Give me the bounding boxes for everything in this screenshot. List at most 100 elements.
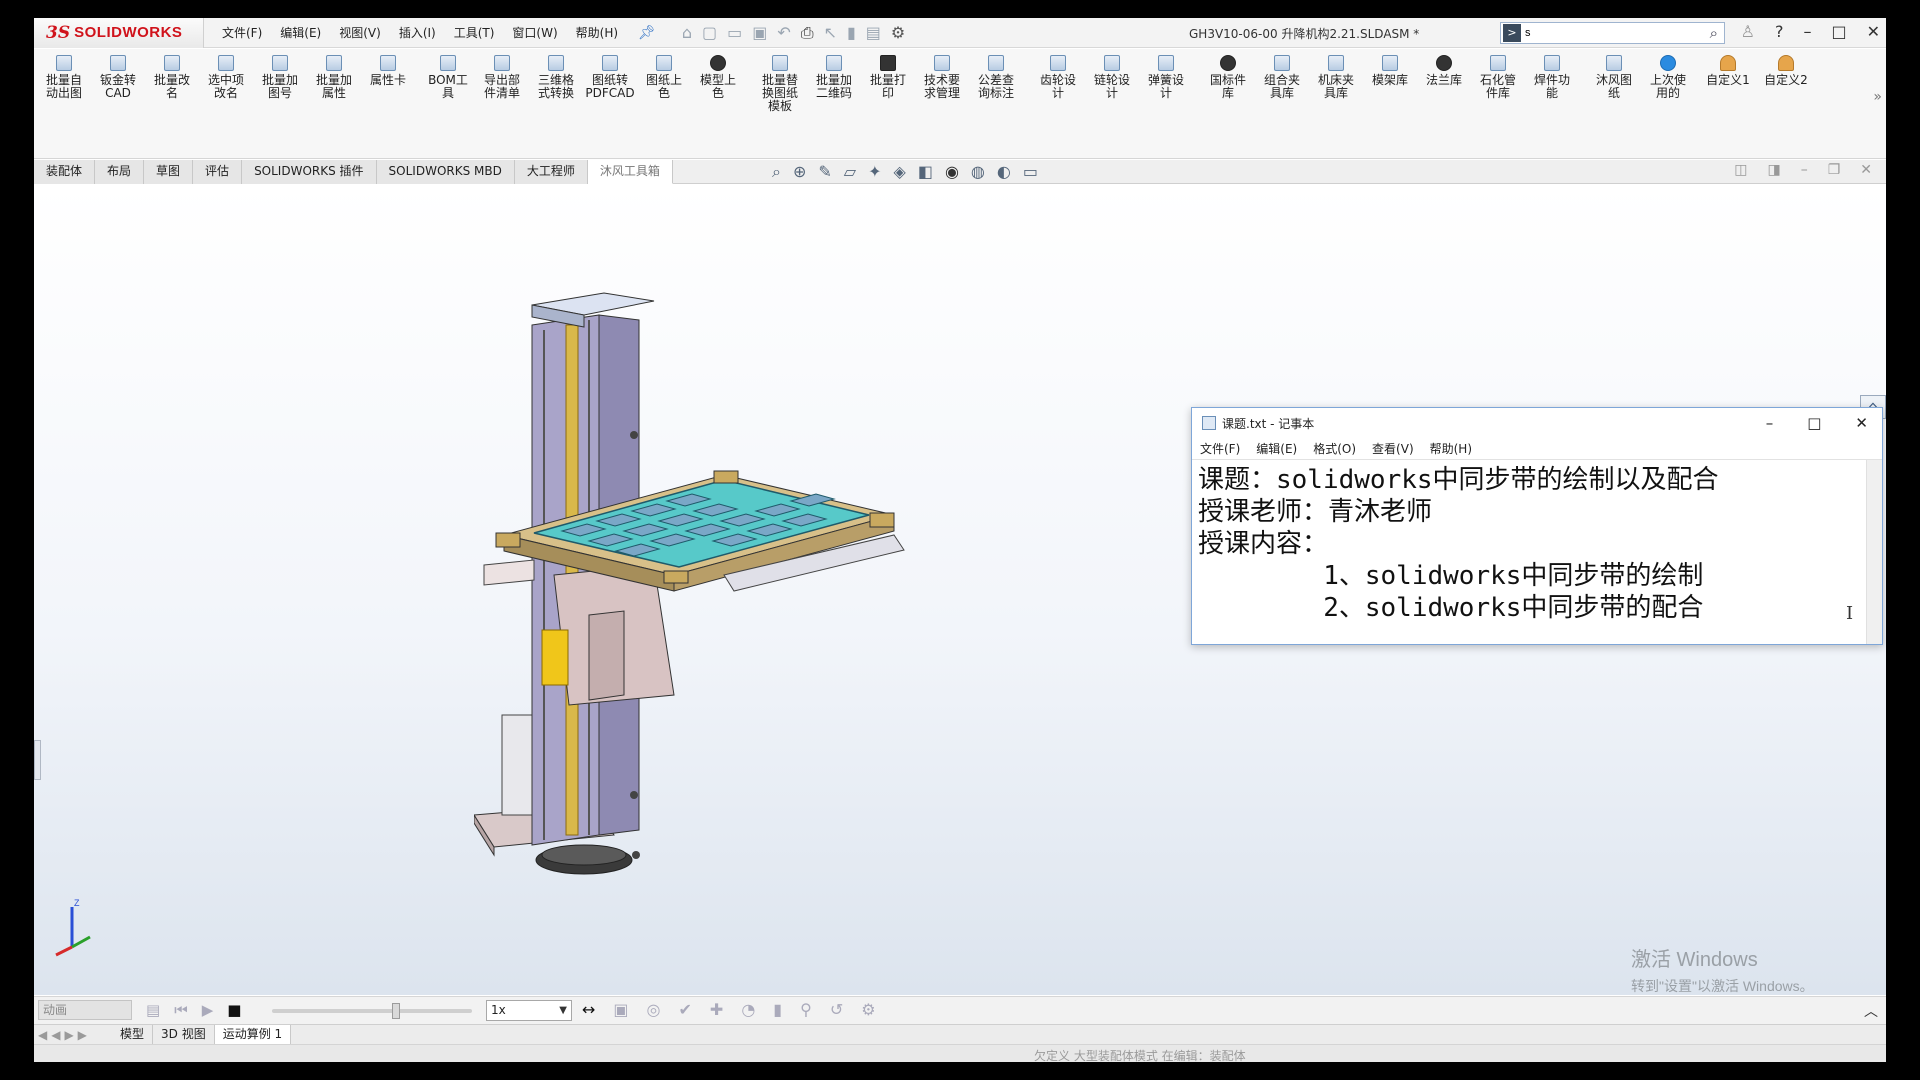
minimize-icon[interactable]: – bbox=[1803, 22, 1811, 41]
tab-addins[interactable]: SOLIDWORKS 插件 bbox=[242, 160, 377, 184]
display-style-icon[interactable]: ◧ bbox=[918, 162, 933, 182]
save-icon[interactable]: ▣ bbox=[752, 23, 767, 43]
menu-help[interactable]: 帮助(H) bbox=[576, 24, 618, 41]
study-properties-icon[interactable]: ⚙ bbox=[861, 1000, 875, 1019]
play-icon[interactable]: ▶ bbox=[202, 1001, 214, 1019]
notepad-menu-view[interactable]: 查看(V) bbox=[1372, 440, 1414, 457]
tool-tech-req[interactable]: 技术要 求管理 bbox=[916, 55, 968, 100]
tab-motion-study-1[interactable]: 运动算例 1 bbox=[214, 1024, 292, 1045]
tool-qrcode[interactable]: 批量加 二维码 bbox=[808, 55, 860, 100]
tool-model-color[interactable]: 模型上 色 bbox=[692, 55, 744, 100]
tool-batch-drawing[interactable]: 批量自 动出图 bbox=[38, 55, 90, 100]
tool-flange[interactable]: 法兰库 bbox=[1418, 55, 1470, 87]
menu-insert[interactable]: 插入(I) bbox=[399, 24, 436, 41]
notepad-minimize-icon[interactable]: – bbox=[1766, 414, 1774, 432]
tool-sheetmetal-cad[interactable]: 钣金转 CAD bbox=[92, 55, 144, 100]
section-view-icon[interactable]: ▱ bbox=[844, 162, 856, 182]
menu-file[interactable]: 文件(F) bbox=[222, 24, 262, 41]
select-icon[interactable]: ↖ bbox=[824, 23, 837, 43]
tab-evaluate[interactable]: 评估 bbox=[193, 160, 243, 184]
print-icon[interactable]: ⎙ bbox=[801, 23, 814, 43]
graphics-area[interactable]: ⌂ 课题.txt - 记事本 – □ ✕ 文件(F) 编辑(E) 格式(O) 查… bbox=[34, 185, 1886, 995]
collapse-icon[interactable]: ︿ bbox=[1864, 1001, 1878, 1021]
autokey-icon[interactable]: ✔ bbox=[679, 1000, 692, 1019]
maximize-icon[interactable]: □ bbox=[1831, 22, 1846, 41]
tool-custom1[interactable]: 自定义1 bbox=[1702, 55, 1754, 87]
tool-tolerance[interactable]: 公差查 询标注 bbox=[970, 55, 1022, 100]
notepad-window[interactable]: 课题.txt - 记事本 – □ ✕ 文件(F) 编辑(E) 格式(O) 查看(… bbox=[1191, 407, 1883, 645]
tool-replace-template[interactable]: 批量替 换图纸 模板 bbox=[754, 55, 806, 113]
animation-wizard-icon[interactable]: ◎ bbox=[647, 1000, 661, 1019]
tab-layout[interactable]: 布局 bbox=[95, 160, 145, 184]
help-icon[interactable]: ? bbox=[1775, 22, 1784, 41]
lift-mechanism-model[interactable] bbox=[474, 275, 1074, 915]
command-search-icon[interactable]: > bbox=[1503, 24, 1521, 42]
tool-batch-number[interactable]: 批量加 图号 bbox=[254, 55, 306, 100]
tool-3d-convert[interactable]: 三维格 式转换 bbox=[530, 55, 582, 100]
close-icon[interactable]: ✕ bbox=[1867, 22, 1880, 41]
doc-close-icon[interactable]: ✕ bbox=[1860, 162, 1872, 178]
notepad-scrollbar[interactable] bbox=[1866, 460, 1882, 644]
playback-mode-icon[interactable]: ↔ bbox=[582, 1000, 595, 1019]
tool-machine-fixture[interactable]: 机床夹 具库 bbox=[1310, 55, 1362, 100]
hide-show-icon[interactable]: ◉ bbox=[945, 162, 959, 182]
options-icon[interactable]: ⚙ bbox=[891, 23, 905, 43]
search-icon[interactable]: ⌕ bbox=[1710, 24, 1718, 42]
spring-tool-icon[interactable]: ▮ bbox=[773, 1000, 782, 1019]
tab-engineer[interactable]: 大工程师 bbox=[514, 160, 588, 184]
tool-batch-rename[interactable]: 批量改 名 bbox=[146, 55, 198, 100]
pin-icon[interactable]: 📌︎ bbox=[638, 25, 656, 41]
notepad-text-area[interactable]: 课题：solidworks中同步带的绘制以及配合 授课老师：青沐老师 授课内容：… bbox=[1192, 460, 1882, 644]
tool-fixture[interactable]: 组合夹 具库 bbox=[1256, 55, 1308, 100]
scene-icon[interactable]: ◐ bbox=[997, 162, 1011, 182]
feature-manager-toggle[interactable] bbox=[34, 740, 41, 780]
tool-bom[interactable]: BOM工 具 bbox=[422, 55, 474, 100]
new-doc-icon[interactable]: ▢ bbox=[702, 23, 717, 43]
tile-left-icon[interactable]: ◫ bbox=[1734, 162, 1747, 178]
stop-icon[interactable]: ■ bbox=[227, 1001, 241, 1019]
tool-gear-design[interactable]: 齿轮设 计 bbox=[1032, 55, 1084, 100]
rebuild-icon[interactable]: ▮ bbox=[847, 23, 856, 43]
doc-restore-icon[interactable]: ❐ bbox=[1828, 162, 1841, 178]
tile-right-icon[interactable]: ◨ bbox=[1767, 162, 1780, 178]
tool-custom2[interactable]: 自定义2 bbox=[1760, 55, 1812, 87]
notepad-close-icon[interactable]: ✕ bbox=[1855, 414, 1868, 432]
toolbar-more-icon[interactable]: » bbox=[1873, 89, 1882, 105]
notepad-menu-edit[interactable]: 编辑(E) bbox=[1256, 440, 1297, 457]
menu-edit[interactable]: 编辑(E) bbox=[280, 24, 321, 41]
doc-minimize-icon[interactable]: – bbox=[1801, 162, 1808, 178]
tool-batch-property[interactable]: 批量加 属性 bbox=[308, 55, 360, 100]
add-key-icon[interactable]: ✚ bbox=[710, 1000, 723, 1019]
tool-standard-parts[interactable]: 国标件 库 bbox=[1202, 55, 1254, 100]
undo-icon[interactable]: ↶ bbox=[777, 23, 790, 43]
tab-3d-view[interactable]: 3D 视图 bbox=[153, 1024, 215, 1045]
appearance-icon[interactable]: ◍ bbox=[971, 162, 985, 182]
tool-sprocket[interactable]: 链轮设 计 bbox=[1086, 55, 1138, 100]
notepad-menu-file[interactable]: 文件(F) bbox=[1200, 440, 1240, 457]
contact-icon[interactable]: ⚲ bbox=[800, 1000, 812, 1019]
notepad-menu-help[interactable]: 帮助(H) bbox=[1430, 440, 1472, 457]
motor-icon[interactable]: ◔ bbox=[741, 1000, 755, 1019]
playback-speed-select[interactable]: 1x ▼ bbox=[486, 1000, 572, 1021]
notepad-titlebar[interactable]: 课题.txt - 记事本 – □ ✕ bbox=[1192, 408, 1882, 438]
tab-mufeng-toolbox[interactable]: 沐风工具箱 bbox=[587, 160, 673, 184]
tab-mbd[interactable]: SOLIDWORKS MBD bbox=[376, 160, 515, 184]
user-icon[interactable]: ♙ bbox=[1741, 22, 1755, 41]
zoom-area-icon[interactable]: ⊕ bbox=[793, 162, 806, 182]
gravity-icon[interactable]: ↺ bbox=[830, 1000, 843, 1019]
tool-mufeng-drawing[interactable]: 沐风图 纸 bbox=[1588, 55, 1640, 100]
tool-mold-base[interactable]: 模架库 bbox=[1364, 55, 1416, 87]
dynamic-annotation-icon[interactable]: ✦ bbox=[868, 162, 881, 182]
study-type-select[interactable]: 动画 bbox=[38, 1000, 132, 1020]
tool-spring[interactable]: 弹簧设 计 bbox=[1140, 55, 1192, 100]
notepad-menu-format[interactable]: 格式(O) bbox=[1313, 440, 1356, 457]
tool-drawing-pdf[interactable]: 图纸转 PDFCAD bbox=[584, 55, 636, 100]
save-animation-icon[interactable]: ▣ bbox=[613, 1000, 628, 1019]
view-settings-icon[interactable]: ▭ bbox=[1023, 162, 1038, 182]
view-orientation-icon[interactable]: ◈ bbox=[894, 162, 906, 182]
tab-sketch[interactable]: 草图 bbox=[144, 160, 194, 184]
open-icon[interactable]: ▭ bbox=[727, 23, 742, 43]
zoom-fit-icon[interactable]: ⌕ bbox=[772, 162, 781, 182]
menu-view[interactable]: 视图(V) bbox=[339, 24, 381, 41]
slider-knob[interactable] bbox=[392, 1003, 400, 1019]
